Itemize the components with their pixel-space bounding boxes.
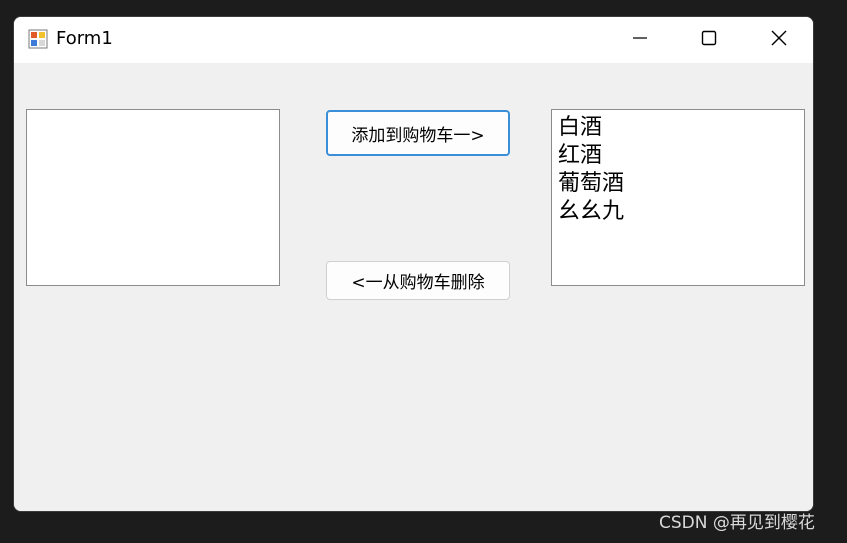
close-button[interactable]: [756, 17, 802, 63]
products-listbox[interactable]: 白酒 红酒 葡萄酒 幺幺九: [551, 109, 805, 286]
maximize-icon: [701, 30, 717, 50]
window-title: Form1: [56, 28, 113, 49]
watermark-text: CSDN @再见到樱花: [659, 513, 815, 533]
list-item[interactable]: 白酒: [558, 114, 804, 142]
title-bar[interactable]: Form1: [14, 17, 813, 63]
maximize-button[interactable]: [686, 17, 732, 63]
close-icon: [770, 29, 788, 51]
list-item[interactable]: 幺幺九: [558, 198, 804, 226]
app-window: Form1 添加到购物车一> <一从购物车删除 白酒 红酒 葡萄酒 幺幺九: [13, 16, 814, 512]
form-client-area: 添加到购物车一> <一从购物车删除 白酒 红酒 葡萄酒 幺幺九: [14, 63, 813, 511]
cart-listbox[interactable]: [26, 109, 280, 286]
list-item[interactable]: 红酒: [558, 142, 804, 170]
list-item[interactable]: 葡萄酒: [558, 170, 804, 198]
remove-from-cart-button[interactable]: <一从购物车删除: [326, 261, 510, 300]
minimize-button[interactable]: [617, 17, 663, 63]
form-app-icon: [28, 29, 48, 49]
minimize-icon: [632, 30, 648, 50]
add-to-cart-button[interactable]: 添加到购物车一>: [326, 110, 510, 156]
